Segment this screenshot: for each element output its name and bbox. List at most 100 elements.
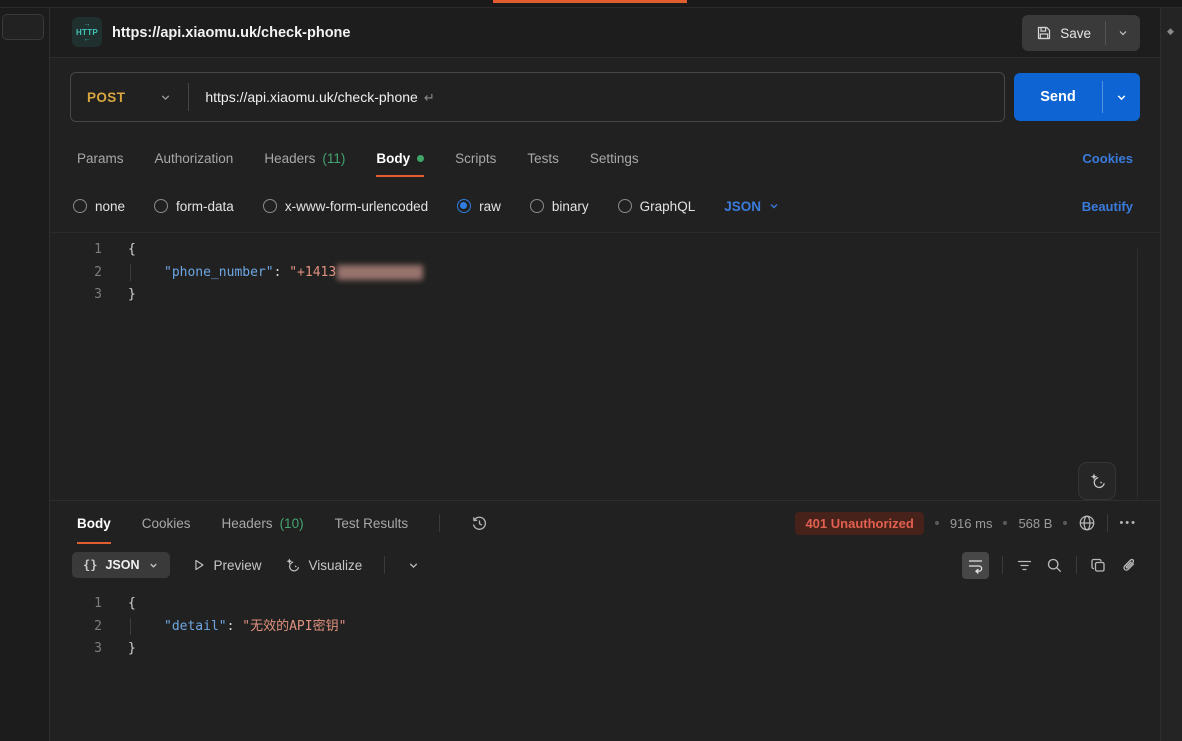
radio-binary[interactable]: binary (530, 199, 589, 214)
search-icon[interactable] (1046, 557, 1063, 574)
play-icon (192, 558, 206, 572)
url-value: https://api.xiaomu.uk/check-phone (205, 89, 417, 105)
chevron-down-icon (768, 200, 780, 212)
url-input-container: POST https://api.xiaomu.uk/check-phone ↵ (70, 72, 1005, 122)
response-time: 916 ms (950, 516, 993, 531)
request-url-row: POST https://api.xiaomu.uk/check-phone↵ … (50, 72, 1160, 122)
tab-body[interactable]: Body (376, 138, 424, 178)
save-options-button[interactable] (1106, 15, 1140, 51)
response-headers-count: (10) (280, 516, 304, 531)
response-tab-test-results[interactable]: Test Results (335, 501, 409, 545)
radio-circle-selected (457, 199, 471, 213)
headers-count: (11) (322, 151, 345, 166)
tab-params[interactable]: Params (77, 138, 124, 178)
active-tab-indicator (493, 0, 687, 3)
indent-guide (130, 618, 164, 635)
code-line: 1 { (50, 239, 1160, 262)
send-options-button[interactable] (1103, 73, 1140, 121)
radio-x-www-form-urlencoded[interactable]: x-www-form-urlencoded (263, 199, 428, 214)
response-size: 568 B (1018, 516, 1052, 531)
wrap-text-icon[interactable] (962, 552, 989, 579)
sparkle-ai-icon (1088, 472, 1107, 491)
response-status-group: 401 Unauthorized 916 ms 568 B ••• (795, 501, 1137, 545)
response-tab-body[interactable]: Body (77, 501, 111, 545)
radio-circle (530, 199, 544, 213)
radio-none[interactable]: none (73, 199, 125, 214)
workspace-tab-strip (0, 0, 1182, 8)
response-tab-cookies[interactable]: Cookies (142, 501, 191, 545)
response-format-select[interactable]: {} JSON (72, 552, 170, 578)
tab-settings[interactable]: Settings (590, 138, 639, 178)
tab-authorization[interactable]: Authorization (155, 138, 234, 178)
line-number: 3 (50, 284, 128, 307)
send-button-label: Send (1014, 73, 1102, 121)
response-toolbar-icons (962, 545, 1137, 585)
code-line: 2 "phone_number": "+1413 (50, 262, 1160, 285)
globe-network-icon[interactable] (1078, 514, 1096, 532)
sidebar-collapsed-tab[interactable] (2, 14, 44, 40)
code-line: 1 { (50, 593, 1160, 616)
collapse-panel-icon[interactable]: ◆ (1167, 26, 1174, 37)
save-icon (1036, 25, 1052, 41)
line-number: 1 (50, 593, 128, 616)
divider (439, 514, 440, 532)
save-button-label: Save (1060, 26, 1091, 41)
filter-icon[interactable] (1016, 557, 1033, 574)
body-present-dot (417, 155, 424, 162)
tab-headers[interactable]: Headers(11) (264, 138, 345, 178)
dot-separator (1063, 521, 1067, 525)
request-body-editor[interactable]: 1 { 2 "phone_number": "+1413 3 } (50, 232, 1160, 500)
language-select[interactable]: JSON (724, 199, 780, 214)
request-tabs: Params Authorization Headers(11) Body Sc… (50, 138, 1160, 178)
body-type-selector: none form-data x-www-form-urlencoded raw… (50, 190, 1160, 222)
code-line: 3 } (50, 638, 1160, 661)
divider (1076, 556, 1077, 574)
more-options-icon[interactable]: ••• (1119, 517, 1137, 529)
link-icon[interactable] (1120, 557, 1137, 574)
radio-graphql[interactable]: GraphQL (618, 199, 696, 214)
response-body-editor[interactable]: 1 { 2 "detail": "无效的API密钥" 3 } (50, 587, 1160, 741)
editor-scrollbar[interactable] (1137, 249, 1138, 499)
send-button[interactable]: Send (1014, 73, 1140, 121)
divider (1002, 556, 1003, 574)
code-line: 3 } (50, 284, 1160, 307)
copy-icon[interactable] (1090, 557, 1107, 574)
divider (1107, 514, 1108, 532)
left-sidebar (0, 8, 50, 741)
line-number: 2 (50, 262, 128, 285)
visualize-button[interactable]: Visualize (284, 557, 363, 574)
line-number: 3 (50, 638, 128, 661)
cookies-link[interactable]: Cookies (1082, 151, 1133, 166)
redacted-phone-blur (337, 265, 423, 280)
request-title: https://api.xiaomu.uk/check-phone (112, 8, 350, 58)
beautify-link[interactable]: Beautify (1082, 199, 1133, 214)
code-line: 2 "detail": "无效的API密钥" (50, 616, 1160, 639)
dot-separator (1003, 521, 1007, 525)
api-client-window: ◆ → HTTP ← https://api.xiaomu.uk/check-p… (0, 0, 1182, 741)
braces-icon: {} (83, 558, 97, 572)
indent-guide (130, 264, 164, 281)
http-request-icon: → HTTP ← (72, 17, 102, 47)
radio-raw[interactable]: raw (457, 199, 501, 214)
radio-circle (154, 199, 168, 213)
response-history-icon[interactable] (471, 515, 488, 532)
chevron-down-icon (148, 560, 159, 571)
toolbar-chevron-icon[interactable] (407, 559, 420, 572)
tab-scripts[interactable]: Scripts (455, 138, 496, 178)
tab-tests[interactable]: Tests (527, 138, 559, 178)
response-tab-headers[interactable]: Headers(10) (222, 501, 304, 545)
preview-button[interactable]: Preview (192, 558, 262, 573)
postbot-button[interactable] (1078, 462, 1116, 500)
divider (384, 556, 385, 574)
main-panel: → HTTP ← https://api.xiaomu.uk/check-pho… (50, 8, 1160, 741)
sparkle-ai-icon (284, 557, 301, 574)
url-input[interactable]: https://api.xiaomu.uk/check-phone ↵ (189, 89, 434, 106)
method-select[interactable]: POST (71, 90, 188, 105)
response-section: Body Cookies Headers(10) Test Results 40… (50, 500, 1160, 741)
status-badge: 401 Unauthorized (795, 512, 923, 535)
radio-form-data[interactable]: form-data (154, 199, 234, 214)
return-symbol: ↵ (424, 90, 435, 105)
line-number: 1 (50, 239, 128, 262)
save-button[interactable]: Save (1022, 15, 1140, 51)
dot-separator (935, 521, 939, 525)
